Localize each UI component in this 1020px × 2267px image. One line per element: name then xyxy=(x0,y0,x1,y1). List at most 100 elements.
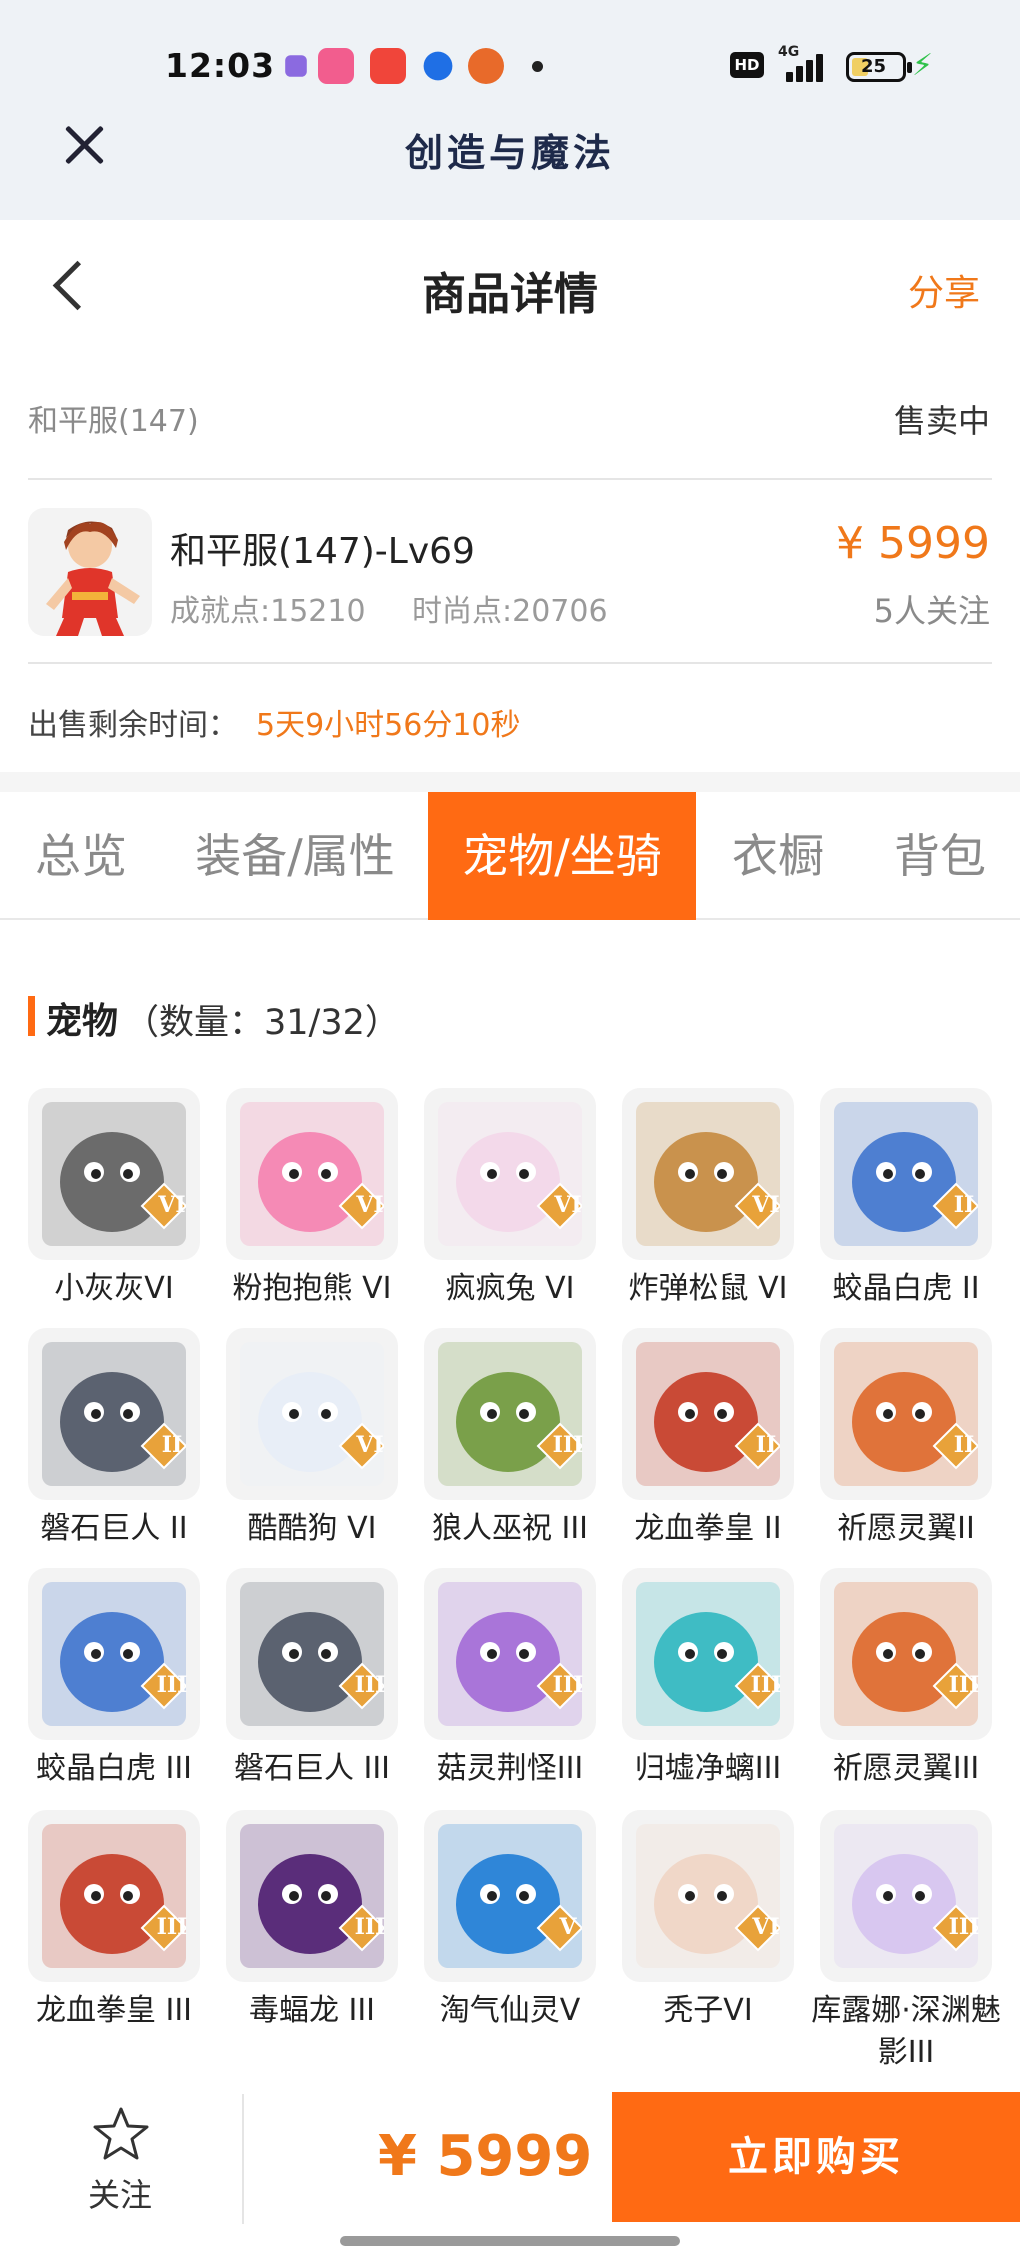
battery-icon: 25 xyxy=(846,52,912,82)
section-accent-bar xyxy=(28,996,35,1036)
pet-name: 菇灵荆怪III xyxy=(436,1751,584,1786)
pet-portrait-icon xyxy=(636,1824,780,1968)
pet-name: 龙血拳皇 II xyxy=(634,1511,782,1546)
share-button[interactable]: 分享 xyxy=(908,264,980,316)
sell-status: 售卖中 xyxy=(893,402,990,440)
pet-rank-badge: III xyxy=(552,1432,584,1458)
video-app-icon xyxy=(370,48,406,84)
pet-thumbnail: III xyxy=(820,1810,992,1982)
pet-portrait-icon xyxy=(42,1824,186,1968)
pet-portrait-icon xyxy=(834,1102,978,1246)
pet-rank-badge: VI xyxy=(752,1914,780,1940)
pet-rank-badge: II xyxy=(755,1432,777,1458)
follower-count: 5人关注 xyxy=(873,592,990,630)
pet-rank-badge: II xyxy=(161,1432,183,1458)
pet-name: 祈愿灵翼III xyxy=(832,1751,980,1786)
remaining-time-value: 5天9小时56分10秒 xyxy=(256,708,521,743)
pet-rank-badge: III xyxy=(354,1914,386,1940)
pet-portrait-icon xyxy=(438,1824,582,1968)
pet-portrait-icon xyxy=(240,1824,384,1968)
app-title: 创造与魔法 xyxy=(404,130,615,175)
pet-portrait-icon xyxy=(438,1582,582,1726)
pet-thumbnail: III xyxy=(820,1568,992,1740)
pet-name: 淘气仙灵V xyxy=(439,1993,581,2028)
pet-rank-badge: III xyxy=(948,1672,980,1698)
pet-name: 龙血拳皇 III xyxy=(35,1993,193,2028)
tab-overview[interactable]: 总览 xyxy=(0,792,162,920)
pet-portrait-icon xyxy=(240,1582,384,1726)
pet-thumbnail: III xyxy=(622,1568,794,1740)
more-notifications-dot xyxy=(532,61,543,72)
pet-thumbnail: V xyxy=(424,1810,596,1982)
pet-name: 蛟晶白虎 II xyxy=(832,1271,980,1306)
pet-thumbnail: II xyxy=(820,1328,992,1500)
divider xyxy=(242,2094,244,2224)
pet-portrait-icon xyxy=(636,1582,780,1726)
pet-thumbnail: II xyxy=(28,1328,200,1500)
pet-name: 酷酷狗 VI xyxy=(247,1511,377,1546)
status-time: 12:03 xyxy=(165,46,276,85)
role-name: 和平服(147)-Lv69 xyxy=(170,531,475,572)
pet-thumbnail: II xyxy=(622,1328,794,1500)
pet-rank-badge: VI xyxy=(752,1192,780,1218)
buy-now-button[interactable]: 立即购买 xyxy=(612,2092,1020,2222)
pet-thumbnail: III xyxy=(424,1568,596,1740)
pet-rank-badge: III xyxy=(750,1672,782,1698)
pet-portrait-icon xyxy=(636,1342,780,1486)
pet-thumbnail: VI xyxy=(226,1088,398,1260)
server-name: 和平服(147) xyxy=(28,404,199,439)
role-avatar xyxy=(28,508,152,636)
bilibili-icon xyxy=(318,48,354,84)
pet-rank-badge: III xyxy=(552,1672,584,1698)
pet-rank-badge: II xyxy=(953,1432,975,1458)
pet-thumbnail: VI xyxy=(622,1088,794,1260)
pet-name: 疯疯兔 VI xyxy=(445,1271,575,1306)
star-icon xyxy=(93,2107,149,2160)
pet-portrait-icon xyxy=(834,1824,978,1968)
role-price: ¥ 5999 xyxy=(836,518,990,569)
pet-portrait-icon xyxy=(834,1582,978,1726)
pet-portrait-icon xyxy=(42,1102,186,1246)
charging-icon: ⚡ xyxy=(912,48,934,83)
pet-name: 库露娜·深渊魅影III xyxy=(811,1993,1001,2070)
pet-thumbnail: VI xyxy=(226,1328,398,1500)
detail-tabs: 总览 装备/属性 宠物/坐骑 衣橱 背包 xyxy=(0,792,1020,920)
pet-rank-badge: III xyxy=(156,1914,188,1940)
pet-thumbnail: III xyxy=(28,1568,200,1740)
pet-name: 粉抱抱熊 VI xyxy=(232,1271,392,1306)
page-title: 商品详情 xyxy=(422,269,598,320)
pet-thumbnail: III xyxy=(424,1328,596,1500)
tab-backpack[interactable]: 背包 xyxy=(860,792,1020,920)
pet-portrait-icon xyxy=(834,1342,978,1486)
pet-name: 炸弹松鼠 VI xyxy=(628,1271,788,1306)
pets-title: 宠物 xyxy=(46,1001,119,1042)
total-price: ¥ 5999 xyxy=(378,2124,593,2189)
pet-thumbnail: VI xyxy=(28,1088,200,1260)
browser-icon xyxy=(423,51,453,81)
pet-thumbnail: VI xyxy=(424,1088,596,1260)
pet-rank-badge: III xyxy=(948,1914,980,1940)
pet-rank-badge: VI xyxy=(356,1192,384,1218)
pet-thumbnail: II xyxy=(820,1088,992,1260)
pet-name: 蛟晶白虎 III xyxy=(35,1751,193,1786)
pet-portrait-icon xyxy=(42,1582,186,1726)
pet-name: 磐石巨人 III xyxy=(233,1751,391,1786)
section-separator xyxy=(0,772,1020,792)
pet-name: 磐石巨人 II xyxy=(40,1511,188,1546)
pet-portrait-icon xyxy=(42,1342,186,1486)
follow-button[interactable]: 关注 xyxy=(40,2100,200,2220)
pet-rank-badge: III xyxy=(354,1672,386,1698)
tab-wardrobe[interactable]: 衣橱 xyxy=(700,792,856,920)
game-app-icon xyxy=(468,48,504,84)
tab-equipment[interactable]: 装备/属性 xyxy=(170,792,420,920)
notification-icon xyxy=(285,55,307,77)
fashion-points: 时尚点:20706 xyxy=(412,594,608,629)
pet-name: 狼人巫祝 III xyxy=(431,1511,589,1546)
home-indicator[interactable] xyxy=(340,2236,680,2246)
pet-rank-badge: II xyxy=(953,1192,975,1218)
follow-label: 关注 xyxy=(87,2176,152,2214)
tab-pets-mounts[interactable]: 宠物/坐骑 xyxy=(428,792,696,920)
pet-rank-badge: VI xyxy=(356,1432,384,1458)
achievement-points: 成就点:15210 xyxy=(170,594,366,629)
divider xyxy=(28,662,992,664)
